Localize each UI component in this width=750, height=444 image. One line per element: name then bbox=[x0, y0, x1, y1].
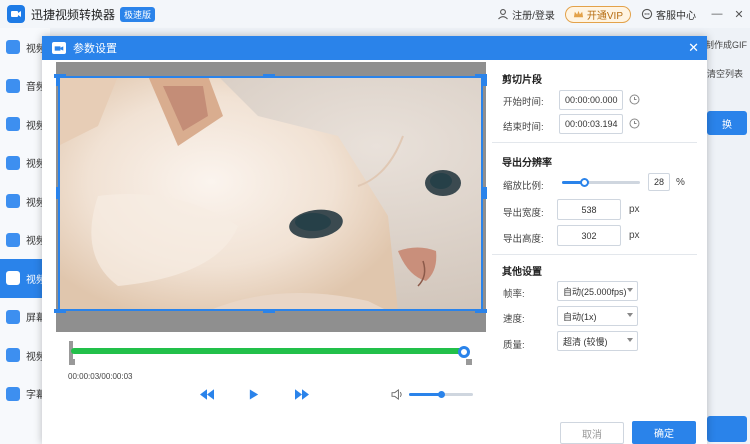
chevron-down-icon bbox=[627, 288, 633, 292]
start-time-label: 开始时间: bbox=[503, 97, 544, 108]
fast-forward-icon[interactable] bbox=[294, 388, 310, 400]
crop-handle[interactable] bbox=[483, 187, 487, 199]
crown-icon bbox=[573, 10, 583, 17]
service-label: 客服中心 bbox=[656, 10, 696, 22]
play-icon bbox=[6, 155, 20, 170]
quality-label: 质量: bbox=[503, 340, 525, 351]
app-titlebar: 迅捷视频转换器 极速版 注册/登录 开通VIP 客服中心 — ✕ bbox=[0, 0, 750, 28]
cloud-icon bbox=[6, 271, 20, 286]
vip-button[interactable]: 开通VIP bbox=[564, 5, 631, 23]
time-display: 00:00:03/00:00:03 bbox=[68, 372, 133, 381]
minimize-button[interactable]: — bbox=[706, 0, 728, 28]
divider bbox=[492, 254, 697, 255]
settings-dialog: 参数设置 ✕ 00:00:03/00:00:03 剪切片段 开始时间: 00:0… bbox=[42, 36, 707, 444]
edition-badge: 极速版 bbox=[120, 6, 156, 22]
crop-handle[interactable] bbox=[56, 187, 60, 199]
start-time-input[interactable]: 00:00:00.000 bbox=[559, 90, 623, 110]
clip-section-title: 剪切片段 bbox=[502, 75, 542, 86]
fps-select[interactable]: 自动(25.000fps) bbox=[557, 281, 638, 301]
play-icon[interactable] bbox=[248, 388, 260, 400]
user-icon bbox=[498, 9, 508, 20]
width-label: 导出宽度: bbox=[503, 208, 544, 219]
end-time-input[interactable]: 00:00:03.194 bbox=[559, 114, 623, 134]
volume-icon[interactable] bbox=[390, 388, 404, 400]
speed-value: 自动(1x) bbox=[563, 311, 597, 322]
volume-knob[interactable] bbox=[438, 391, 445, 398]
dialog-title: 参数设置 bbox=[73, 43, 117, 55]
ok-button[interactable]: 确定 bbox=[632, 421, 696, 444]
speed-label: 速度: bbox=[503, 314, 525, 325]
audio-icon bbox=[6, 78, 20, 93]
quality-select[interactable]: 超清 (较慢) bbox=[557, 331, 638, 351]
vip-label: 开通VIP bbox=[586, 10, 623, 22]
height-unit: px bbox=[629, 230, 640, 241]
screen-record-icon bbox=[6, 309, 20, 324]
divider bbox=[492, 142, 697, 143]
fps-value: 自动(25.000fps) bbox=[563, 286, 627, 297]
crop-handle[interactable] bbox=[475, 309, 487, 313]
width-unit: px bbox=[629, 204, 640, 215]
crop-area[interactable] bbox=[58, 76, 483, 311]
end-time-label: 结束时间: bbox=[503, 122, 544, 133]
settings-video-icon bbox=[52, 42, 66, 54]
scale-input[interactable]: 28 bbox=[648, 173, 670, 191]
timeline-playhead[interactable] bbox=[458, 346, 470, 358]
scale-slider-knob[interactable] bbox=[579, 178, 589, 187]
crop-handle[interactable] bbox=[54, 309, 66, 313]
chevron-down-icon bbox=[627, 338, 633, 342]
make-gif-link[interactable]: 制作成GIF bbox=[705, 38, 747, 51]
video-icon bbox=[6, 40, 20, 55]
volume-level bbox=[409, 393, 441, 396]
dialog-header: 参数设置 ✕ bbox=[42, 36, 707, 60]
globe-icon bbox=[6, 348, 20, 363]
resolution-section-title: 导出分辨率 bbox=[502, 158, 552, 169]
window-close-button[interactable]: ✕ bbox=[728, 0, 750, 28]
login-label: 注册/登录 bbox=[512, 10, 555, 22]
trim-start-handle[interactable] bbox=[69, 359, 75, 365]
rewind-icon[interactable] bbox=[199, 388, 215, 400]
video-merge-icon bbox=[6, 232, 20, 247]
camera-icon bbox=[6, 117, 20, 132]
login-link[interactable]: 注册/登录 bbox=[497, 7, 555, 22]
height-input[interactable]: 302 bbox=[557, 225, 621, 246]
scale-unit: % bbox=[676, 177, 685, 188]
video-edit-icon bbox=[6, 194, 20, 209]
other-section-title: 其他设置 bbox=[502, 267, 542, 278]
clear-list-link[interactable]: 清空列表 bbox=[707, 67, 743, 80]
clock-reset-icon[interactable] bbox=[629, 94, 640, 105]
chat-icon bbox=[641, 8, 653, 20]
crop-handle[interactable] bbox=[263, 74, 275, 78]
convert-button[interactable]: 换 bbox=[707, 111, 747, 135]
fps-label: 帧率: bbox=[503, 289, 525, 300]
width-input[interactable]: 538 bbox=[557, 199, 621, 220]
convert-all-button[interactable] bbox=[707, 416, 747, 442]
clock-reset-icon[interactable] bbox=[629, 118, 640, 129]
subtitle-icon bbox=[6, 386, 20, 401]
video-preview bbox=[54, 62, 487, 332]
crop-handle[interactable] bbox=[56, 74, 60, 86]
speed-select[interactable]: 自动(1x) bbox=[557, 306, 638, 326]
crop-handle[interactable] bbox=[263, 309, 275, 313]
app-title: 迅捷视频转换器 bbox=[31, 7, 116, 22]
app-logo-icon bbox=[7, 5, 25, 23]
chevron-down-icon bbox=[627, 313, 633, 317]
trim-end-handle[interactable] bbox=[466, 359, 472, 365]
scale-label: 缩放比例: bbox=[503, 181, 544, 192]
crop-handle[interactable] bbox=[483, 74, 487, 86]
timeline-track[interactable] bbox=[71, 348, 469, 354]
cancel-button[interactable]: 取消 bbox=[560, 422, 624, 444]
quality-value: 超清 (较慢) bbox=[563, 336, 608, 347]
service-link[interactable]: 客服中心 bbox=[641, 7, 696, 22]
height-label: 导出高度: bbox=[503, 234, 544, 245]
dialog-close-button[interactable]: ✕ bbox=[688, 40, 699, 56]
